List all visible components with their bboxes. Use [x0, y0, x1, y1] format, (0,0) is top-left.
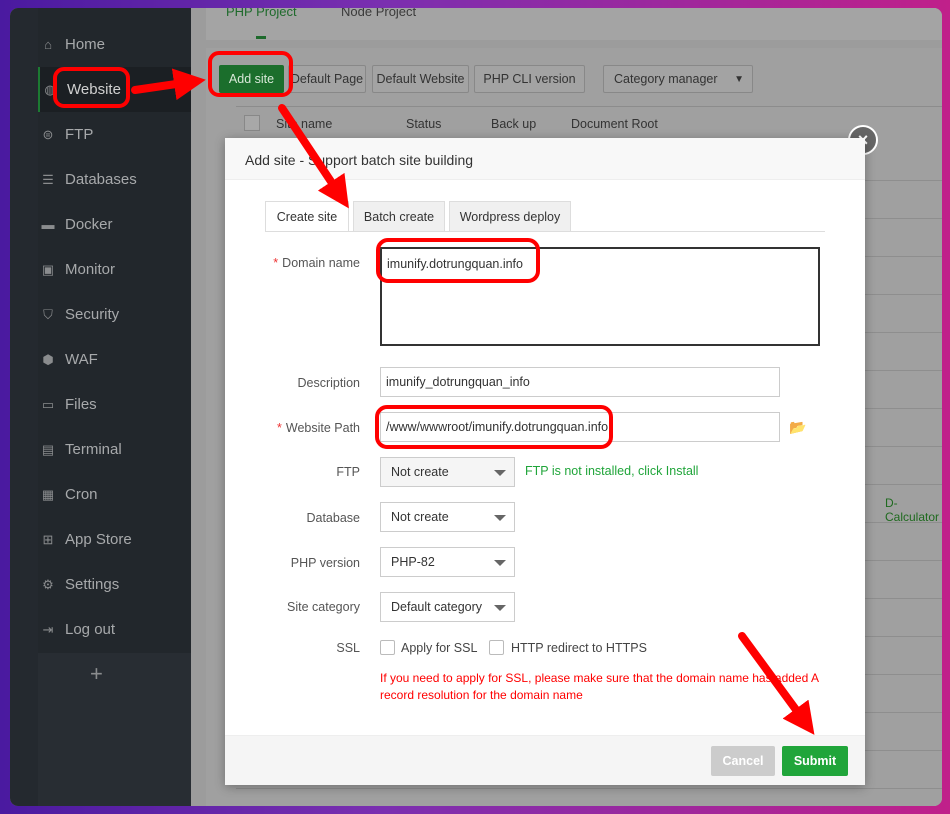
sidebar-item-label: Log out: [65, 621, 116, 638]
monitor-icon: ▣: [41, 261, 55, 277]
description-input[interactable]: imunify_dotrungquan_info: [380, 367, 780, 397]
sidebar-item-label: Settings: [65, 576, 120, 593]
default-page-button[interactable]: Default Page: [288, 65, 366, 93]
ssl-label: SSL: [336, 641, 360, 655]
add-shortcut-button[interactable]: +: [90, 661, 103, 687]
table-row-divider: [236, 788, 942, 789]
description-label: Description: [297, 376, 360, 390]
sidebar-item-label: Files: [65, 396, 97, 413]
globe-icon: ◍: [44, 81, 56, 97]
sidebar-item-settings[interactable]: ⚙ Settings: [38, 562, 191, 607]
ftp-install-link[interactable]: FTP is not installed, click Install: [525, 464, 698, 478]
ftp-icon: ⊜: [42, 126, 54, 142]
select-all-checkbox[interactable]: [244, 115, 260, 131]
sidebar-item-ftp[interactable]: ⊜ FTP: [38, 112, 191, 157]
sidebar-item-label: FTP: [65, 126, 94, 143]
domain-name-textarea[interactable]: imunify.dotrungquan.info: [380, 247, 820, 346]
tab-php-project[interactable]: PHP Project: [226, 8, 297, 19]
sidebar-item-docker[interactable]: ▬ Docker: [38, 202, 191, 247]
database-value: Not create: [391, 510, 449, 524]
sidebar-item-label: Docker: [65, 216, 113, 233]
chevron-down-icon: ▼: [734, 73, 744, 85]
database-icon: ☰: [42, 171, 54, 187]
sidebar-item-home[interactable]: ⌂ Home: [38, 22, 191, 67]
terminal-icon: ▤: [41, 441, 55, 457]
site-category-label: Site category: [287, 600, 360, 614]
ftp-label: FTP: [336, 465, 360, 479]
col-site-name[interactable]: Site name: [276, 117, 332, 131]
folder-open-icon[interactable]: 📂: [789, 419, 806, 436]
cancel-button[interactable]: Cancel: [711, 746, 775, 776]
waf-icon: ⬢: [42, 351, 54, 367]
sidebar-item-label: Home: [65, 36, 106, 53]
col-backup: Back up: [491, 117, 537, 131]
dialog-footer: Cancel Submit: [225, 735, 865, 785]
domain-label: Domain name: [282, 256, 360, 270]
sidebar-item-label: App Store: [65, 531, 132, 548]
sidebar-item-label: Website: [67, 81, 121, 98]
sidebar-item-label: Security: [65, 306, 120, 323]
col-document-root: Document Root: [571, 117, 658, 131]
tab-create-site[interactable]: Create site: [265, 201, 349, 232]
col-status[interactable]: Status: [406, 117, 441, 131]
sidebar-item-label: WAF: [65, 351, 98, 368]
apps-icon: ⊞: [42, 531, 54, 547]
add-site-button[interactable]: Add site: [219, 65, 284, 93]
add-site-dialog: Add site - Support batch site building C…: [225, 138, 865, 785]
folder-icon: ▭: [41, 396, 55, 412]
tab-node-project[interactable]: Node Project: [341, 8, 416, 19]
site-category-value: Default category: [391, 600, 483, 614]
database-label: Database: [306, 511, 360, 525]
project-tabs: PHP Project Node Project: [206, 8, 942, 40]
sidebar-item-files[interactable]: ▭ Files: [38, 382, 191, 427]
docker-icon: ▬: [41, 217, 55, 232]
gear-icon: ⚙: [42, 576, 54, 592]
ftp-value: Not create: [391, 465, 449, 479]
logout-icon: ⇥: [42, 621, 54, 637]
category-manager-dropdown[interactable]: Category manager ▼: [603, 65, 753, 93]
site-category-select[interactable]: Default category: [380, 592, 515, 622]
sidebar-item-waf[interactable]: ⬢ WAF: [38, 337, 191, 382]
table-header: Site name Status Back up Document Root: [236, 106, 942, 142]
php-cli-version-button[interactable]: PHP CLI version: [474, 65, 585, 93]
ftp-select[interactable]: Not create: [380, 457, 515, 487]
website-path-input[interactable]: /www/wwwroot/imunify.dotrungquan.info: [380, 412, 780, 442]
calendar-icon: ▦: [41, 486, 55, 502]
php-version-select[interactable]: PHP-82: [380, 547, 515, 577]
shield-icon: ⛉: [43, 306, 53, 322]
php-version-label: PHP version: [290, 556, 360, 570]
database-select[interactable]: Not create: [380, 502, 515, 532]
sidebar-item-app-store[interactable]: ⊞ App Store: [38, 517, 191, 562]
sidebar-item-label: Monitor: [65, 261, 116, 278]
apply-ssl-label[interactable]: Apply for SSL: [401, 641, 477, 655]
sidebar-item-terminal[interactable]: ▤ Terminal: [38, 427, 191, 472]
default-website-button[interactable]: Default Website: [372, 65, 469, 93]
tab-batch-create[interactable]: Batch create: [353, 201, 445, 232]
ssl-warning: If you need to apply for SSL, please mak…: [380, 671, 819, 702]
sidebar-item-cron[interactable]: ▦ Cron: [38, 472, 191, 517]
sidebar-item-website[interactable]: ◍ Website: [38, 67, 191, 112]
category-manager-label: Category manager: [614, 72, 718, 86]
sidebar-item-log-out[interactable]: ⇥ Log out: [38, 607, 191, 652]
https-redirect-label[interactable]: HTTP redirect to HTTPS: [511, 641, 647, 655]
sidebar-item-databases[interactable]: ☰ Databases: [38, 157, 191, 202]
php-version-value: PHP-82: [391, 555, 435, 569]
path-label: Website Path: [285, 421, 360, 435]
dialog-title: Add site - Support batch site building: [225, 138, 865, 180]
submit-button[interactable]: Submit: [782, 746, 848, 776]
sidebar: ⌂ Home ◍ Website ⊜ FTP ☰ Databases ▬ Docker ▣ Monit…: [10, 8, 191, 806]
apply-ssl-checkbox[interactable]: [380, 640, 395, 655]
sidebar-item-security[interactable]: ⛉ Security: [38, 292, 191, 337]
sidebar-item-monitor[interactable]: ▣ Monitor: [38, 247, 191, 292]
tab-wordpress-deploy[interactable]: Wordpress deploy: [449, 201, 571, 232]
table-cell-link[interactable]: D-Calculator: [885, 496, 942, 524]
https-redirect-checkbox[interactable]: [489, 640, 504, 655]
home-icon: ⌂: [44, 37, 52, 52]
sidebar-item-label: Terminal: [65, 441, 122, 458]
sidebar-item-label: Cron: [65, 486, 98, 503]
sidebar-item-label: Databases: [65, 171, 137, 188]
